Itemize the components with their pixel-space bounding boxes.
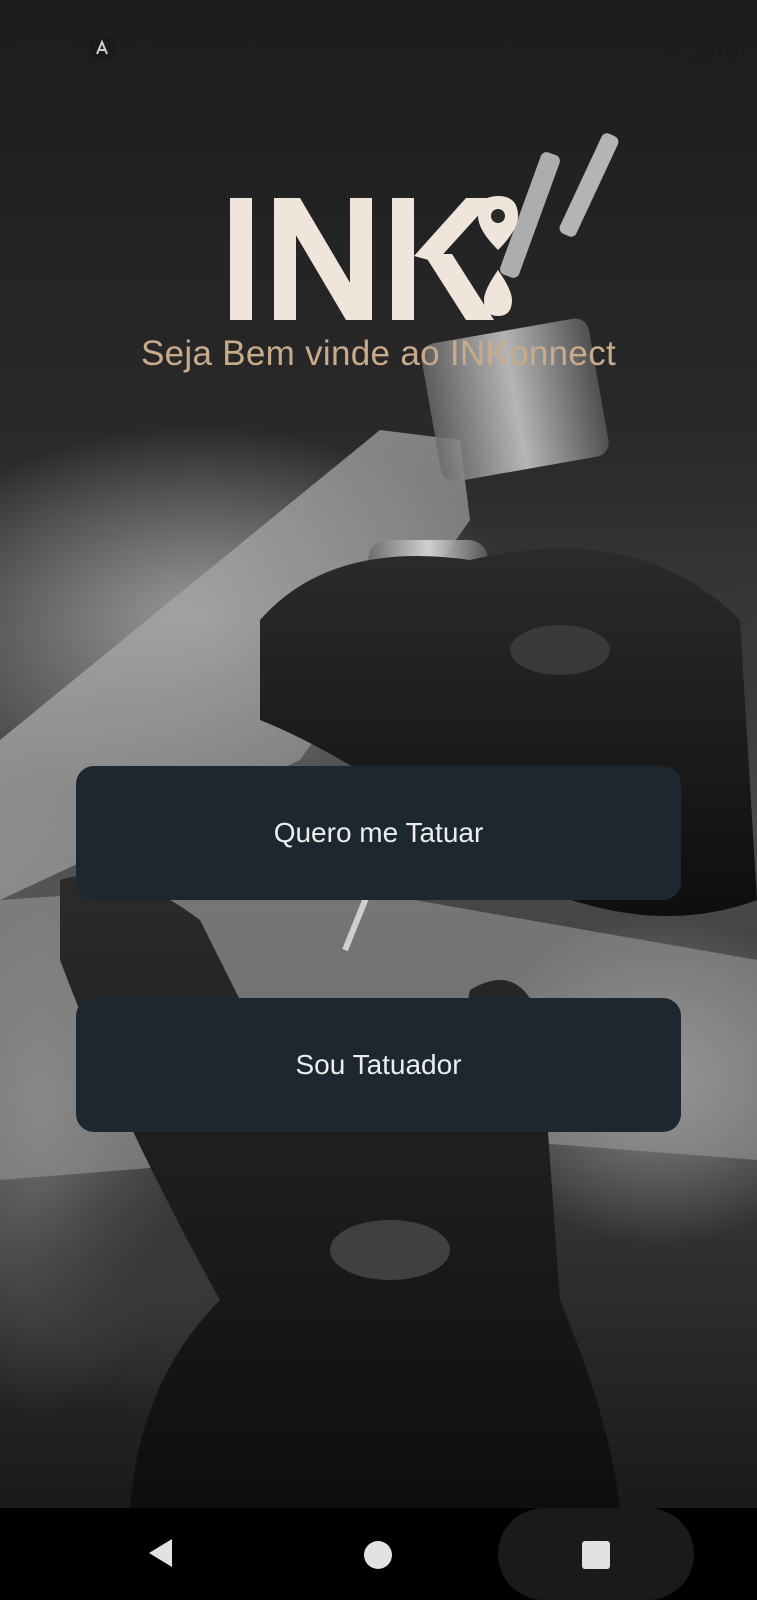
- home-icon[interactable]: [364, 1541, 392, 1569]
- status-bar: 6:07: [0, 0, 757, 96]
- battery-icon: [725, 33, 739, 60]
- ink-logo: [230, 196, 518, 320]
- navigation-bar: [0, 1508, 757, 1600]
- wifi-icon: [657, 37, 683, 57]
- recents-icon[interactable]: [582, 1541, 610, 1569]
- tattoo-artist-button[interactable]: Sou Tatuador: [76, 998, 681, 1132]
- status-time: 6:07: [16, 32, 69, 62]
- welcome-title: Seja Bem vinde ao INKonnect: [140, 334, 617, 373]
- want-tattoo-button[interactable]: Quero me Tatuar: [76, 766, 681, 900]
- map-pin-drop-icon: [478, 196, 518, 316]
- back-icon[interactable]: [146, 1536, 176, 1570]
- a-circle-icon: [89, 35, 115, 61]
- welcome-screen: 6:07 Seja Bem vinde ao INKonnect Quero m…: [0, 0, 757, 1600]
- signal-icon: [689, 35, 715, 61]
- notification-dot-icon: [141, 46, 147, 52]
